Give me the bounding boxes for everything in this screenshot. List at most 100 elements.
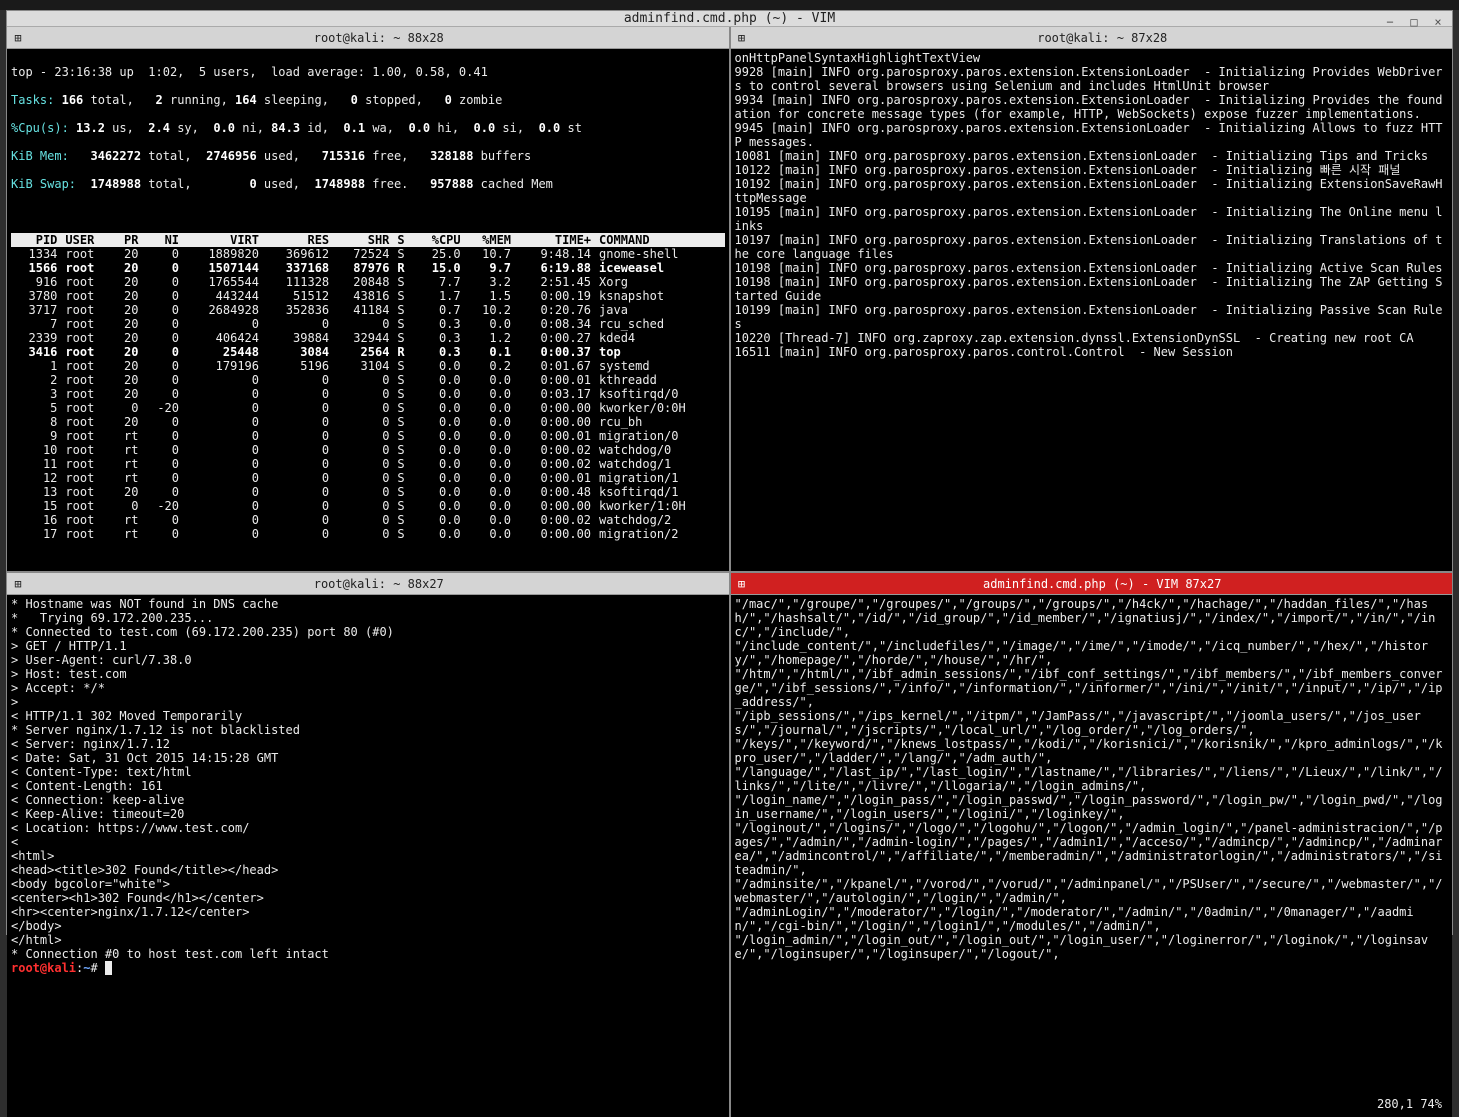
process-table-header: COMMAND: [595, 233, 724, 247]
pane-top-left[interactable]: ⊞ root@kali: ~ 88x28 top - 23:16:38 up 1…: [7, 27, 729, 571]
process-row: 13root200000S0.00.00:00.48ksoftirqd/1: [11, 485, 725, 499]
curl-line: <center><h1>302 Found</h1></center>: [11, 891, 725, 905]
process-table-header: USER: [61, 233, 111, 247]
top-swap-line: KiB Swap: 1748988 total, 0 used, 1748988…: [11, 177, 725, 191]
shell-prompt[interactable]: root@kali:~#: [11, 961, 725, 975]
log-line: 16511 [main] INFO org.parosproxy.paros.c…: [735, 345, 1449, 359]
top-mem-line: KiB Mem: 3462272 total, 2746956 used, 71…: [11, 149, 725, 163]
process-row: 11rootrt0000S0.00.00:00.02watchdog/1: [11, 457, 725, 471]
process-row: 15root0-20000S0.00.00:00.00kworker/1:0H: [11, 499, 725, 513]
curl-line: > GET / HTTP/1.1: [11, 639, 725, 653]
curl-line: < Content-Type: text/html: [11, 765, 725, 779]
curl-line: < Connection: keep-alive: [11, 793, 725, 807]
process-table-header: PID: [11, 233, 61, 247]
pane-bottom-left[interactable]: ⊞ root@kali: ~ 88x27 * Hostname was NOT …: [7, 573, 729, 1117]
window-titlebar[interactable]: adminfind.cmd.php (~) - VIM − □ ×: [7, 11, 1452, 27]
process-row: 2339root2004064243988432944S0.31.20:00.2…: [11, 331, 725, 345]
log-line: 10192 [main] INFO org.parosproxy.paros.e…: [735, 177, 1449, 205]
close-button[interactable]: ×: [1430, 14, 1446, 30]
process-table-header: TIME+: [515, 233, 595, 247]
process-row: 10rootrt0000S0.00.00:00.02watchdog/0: [11, 443, 725, 457]
process-row: 1566root200150714433716887976R15.09.76:1…: [11, 261, 725, 275]
log-line: 10197 [main] INFO org.parosproxy.paros.e…: [735, 233, 1449, 261]
top-summary-line: top - 23:16:38 up 1:02, 5 users, load av…: [11, 65, 725, 79]
curl-line: > Accept: */*: [11, 681, 725, 695]
process-row: 17rootrt0000S0.00.00:00.00migration/2: [11, 527, 725, 541]
process-row: 7root200000S0.30.00:08.34rcu_sched: [11, 317, 725, 331]
curl-line: < HTTP/1.1 302 Moved Temporarily: [11, 709, 725, 723]
process-table-header: SHR: [333, 233, 393, 247]
top-cpu-line: %Cpu(s): 13.2 us, 2.4 sy, 0.0 ni, 84.3 i…: [11, 121, 725, 135]
pane-bottom-right[interactable]: ⊞ adminfind.cmd.php (~) - VIM 87x27 "/ma…: [731, 573, 1453, 1117]
curl-line: * Server nginx/1.7.12 is not blacklisted: [11, 723, 725, 737]
pane-split-icon: ⊞: [7, 31, 29, 45]
process-row: 16rootrt0000S0.00.00:00.02watchdog/2: [11, 513, 725, 527]
pane-label-tl: root@kali: ~ 88x28: [29, 31, 729, 45]
curl-line: < Location: https://www.test.com/: [11, 821, 725, 835]
process-table-header: RES: [263, 233, 333, 247]
log-line: 10081 [main] INFO org.parosproxy.paros.e…: [735, 149, 1449, 163]
curl-line: </html>: [11, 933, 725, 947]
process-table-header: NI: [142, 233, 183, 247]
curl-line: <body bgcolor="white">: [11, 877, 725, 891]
process-row: 1root20017919651963104S0.00.20:01.67syst…: [11, 359, 725, 373]
curl-line: <hr><center>nginx/1.7.12</center>: [11, 905, 725, 919]
pane-title-bl: ⊞ root@kali: ~ 88x27: [7, 573, 729, 595]
pane-label-bl: root@kali: ~ 88x27: [29, 577, 729, 591]
curl-line: < Keep-Alive: timeout=20: [11, 807, 725, 821]
terminal-window: adminfind.cmd.php (~) - VIM − □ × ⊞ root…: [6, 10, 1453, 935]
top-tasks-line: Tasks: 166 total, 2 running, 164 sleepin…: [11, 93, 725, 107]
curl-line: < Date: Sat, 31 Oct 2015 14:15:28 GMT: [11, 751, 725, 765]
process-table-header: VIRT: [183, 233, 263, 247]
curl-line: * Hostname was NOT found in DNS cache: [11, 597, 725, 611]
log-line: 10195 [main] INFO org.parosproxy.paros.e…: [735, 205, 1449, 233]
pane-title-br: ⊞ adminfind.cmd.php (~) - VIM 87x27: [731, 573, 1453, 595]
terminal-curl-output[interactable]: * Hostname was NOT found in DNS cache* T…: [7, 595, 729, 1117]
window-title: adminfind.cmd.php (~) - VIM: [624, 11, 835, 26]
pane-split-icon: ⊞: [731, 31, 753, 45]
curl-line: <html>: [11, 849, 725, 863]
log-line: 10198 [main] INFO org.parosproxy.paros.e…: [735, 261, 1449, 275]
curl-line: <head><title>302 Found</title></head>: [11, 863, 725, 877]
curl-line: <: [11, 835, 725, 849]
curl-line: > User-Agent: curl/7.38.0: [11, 653, 725, 667]
process-row: 1334root200188982036961272524S25.010.79:…: [11, 247, 725, 261]
curl-line: * Connected to test.com (69.172.200.235)…: [11, 625, 725, 639]
curl-line: * Trying 69.172.200.235...: [11, 611, 725, 625]
process-row: 916root200176554411132820848S7.73.22:51.…: [11, 275, 725, 289]
process-row: 2root200000S0.00.00:00.01kthreadd: [11, 373, 725, 387]
pane-label-tr: root@kali: ~ 87x28: [753, 31, 1453, 45]
curl-line: < Content-Length: 161: [11, 779, 725, 793]
process-row: 3416root2002544830842564R0.30.10:00.37to…: [11, 345, 725, 359]
process-row: 9rootrt0000S0.00.00:00.01migration/0: [11, 429, 725, 443]
log-line: 10198 [main] INFO org.parosproxy.paros.e…: [735, 275, 1449, 303]
process-table-header: %MEM: [465, 233, 515, 247]
curl-line: * Connection #0 to host test.com left in…: [11, 947, 725, 961]
curl-line: > Host: test.com: [11, 667, 725, 681]
log-line: 9945 [main] INFO org.parosproxy.paros.ex…: [735, 121, 1449, 149]
curl-line: < Server: nginx/1.7.12: [11, 737, 725, 751]
process-row: 8root200000S0.00.00:00.00rcu_bh: [11, 415, 725, 429]
pane-top-right[interactable]: ⊞ root@kali: ~ 87x28 onHttpPanelSyntaxHi…: [731, 27, 1453, 571]
process-table-header: S: [393, 233, 414, 247]
log-line: 10199 [main] INFO org.parosproxy.paros.e…: [735, 303, 1449, 331]
process-row: 3780root2004432445151243816S1.71.50:00.1…: [11, 289, 725, 303]
process-table-header: %CPU: [414, 233, 464, 247]
pane-title-tr: ⊞ root@kali: ~ 87x28: [731, 27, 1453, 49]
pane-title-tl: ⊞ root@kali: ~ 88x28: [7, 27, 729, 49]
maximize-button[interactable]: □: [1406, 14, 1422, 30]
process-row: 3717root200268492835283641184S0.710.20:2…: [11, 303, 725, 317]
log-line: 10220 [Thread-7] INFO org.zaproxy.zap.ex…: [735, 331, 1449, 345]
terminal-log-output[interactable]: onHttpPanelSyntaxHighlightTextView9928 […: [731, 49, 1453, 571]
vim-editor-content[interactable]: "/mac/","/groupe/","/groupes/","/groups/…: [731, 595, 1453, 1117]
log-line: 10122 [main] INFO org.parosproxy.paros.e…: [735, 163, 1449, 177]
process-table-header: PR: [112, 233, 143, 247]
minimize-button[interactable]: −: [1382, 14, 1398, 30]
pane-split-icon: ⊞: [7, 577, 29, 591]
tmux-panes: ⊞ root@kali: ~ 88x28 top - 23:16:38 up 1…: [7, 27, 1452, 1117]
process-row: 12rootrt0000S0.00.00:00.01migration/1: [11, 471, 725, 485]
pane-label-br: adminfind.cmd.php (~) - VIM 87x27: [753, 577, 1453, 591]
log-line: 9928 [main] INFO org.parosproxy.paros.ex…: [735, 65, 1449, 93]
terminal-top-output[interactable]: top - 23:16:38 up 1:02, 5 users, load av…: [7, 49, 729, 571]
process-row: 3root200000S0.00.00:03.17ksoftirqd/0: [11, 387, 725, 401]
